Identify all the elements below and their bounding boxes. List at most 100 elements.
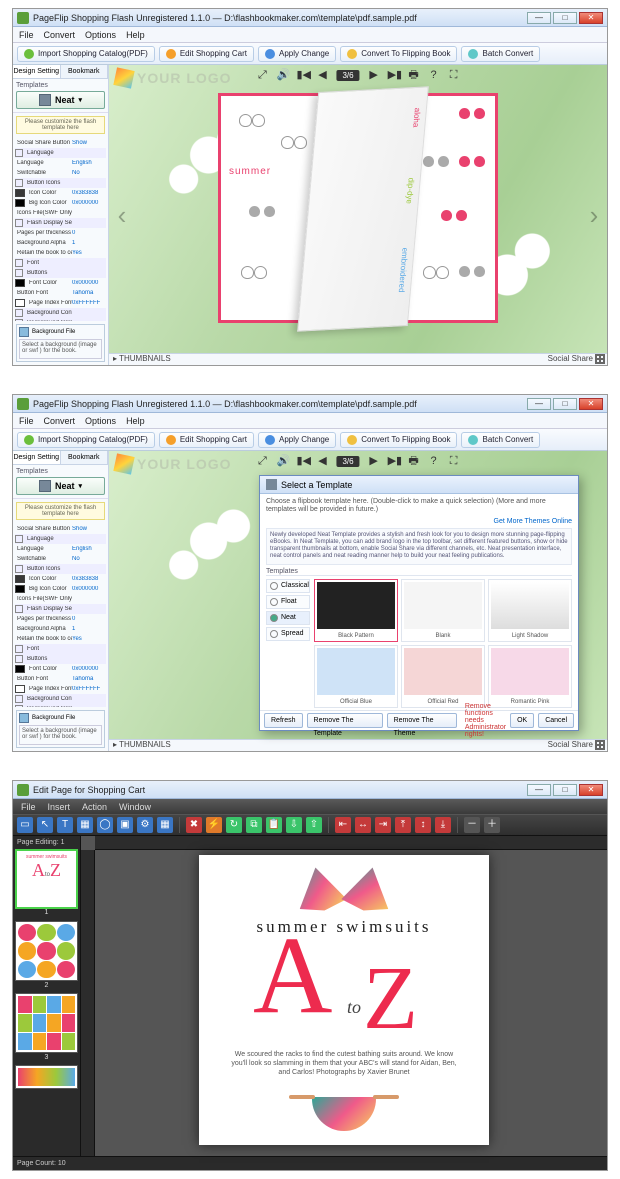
remove-theme-button[interactable]: Remove The Theme [387, 713, 457, 728]
menu-convert[interactable]: Convert [44, 30, 76, 40]
page-indicator[interactable]: 3/6 [336, 70, 359, 81]
property-row[interactable]: Social Share ButtonShow [15, 138, 106, 148]
template-official-blue[interactable]: Official Blue [314, 645, 398, 708]
prev-page-icon[interactable]: ◀ [316, 69, 328, 81]
book-spread[interactable]: summer a b d e [218, 93, 498, 323]
align-middle-icon[interactable]: ↕ [415, 817, 431, 833]
menu-action[interactable]: Action [82, 802, 107, 812]
menu-file[interactable]: File [21, 802, 36, 812]
property-row[interactable]: Retain the book to centerYes [15, 634, 106, 644]
property-row[interactable]: Button Icons [15, 178, 106, 188]
property-row[interactable]: Flash Display Settings [15, 604, 106, 614]
template-light-shadow[interactable]: Light Shadow [488, 579, 572, 642]
property-row[interactable]: Big Icon Color0x000000 [15, 198, 106, 208]
thumbnail-3[interactable]: 3 [15, 993, 78, 1053]
copy-icon[interactable]: ⧉ [246, 817, 262, 833]
align-center-icon[interactable]: ↔ [355, 817, 371, 833]
property-row[interactable]: Pages per thickness0 [15, 228, 106, 238]
property-row[interactable]: Flash Display Settings [15, 218, 106, 228]
property-row[interactable]: Social Share ButtonShow [15, 524, 106, 534]
refresh-icon[interactable]: ↻ [226, 817, 242, 833]
social-share-label[interactable]: Social Share [548, 354, 593, 363]
thumbnail-4[interactable] [15, 1065, 78, 1089]
property-row[interactable]: Font [15, 644, 106, 654]
property-row[interactable]: Button FontTahoma [15, 674, 106, 684]
close-button[interactable]: ✕ [579, 784, 603, 796]
image-tool-icon[interactable]: ▦ [77, 817, 93, 833]
property-row[interactable]: Button FontTahoma [15, 288, 106, 298]
property-grid[interactable]: Social Share ButtonShowLanguageLanguageE… [13, 137, 108, 321]
first-page-icon[interactable]: ▮◀ [296, 69, 308, 81]
template-blank[interactable]: Blank [401, 579, 485, 642]
property-row[interactable]: Page Index Font Color0xFFFFFF [15, 298, 106, 308]
property-row[interactable]: Icon Color0x383838 [15, 188, 106, 198]
property-row[interactable]: Buttons [15, 654, 106, 664]
property-row[interactable]: LanguageEnglish [15, 158, 106, 168]
maximize-button[interactable]: □ [553, 398, 577, 410]
property-row[interactable]: SwitchableNo [15, 168, 106, 178]
menu-help[interactable]: Help [126, 30, 145, 40]
property-row[interactable]: SwitchableNo [15, 554, 106, 564]
thumbnail-2[interactable]: 2 [15, 921, 78, 981]
help-icon[interactable]: ? [428, 69, 440, 81]
property-row[interactable]: Icons File(SWF Only) [15, 208, 106, 218]
align-top-icon[interactable]: ⤒ [395, 817, 411, 833]
background-file-select[interactable]: Select a background (image or swf ) for … [19, 339, 102, 359]
next-page-icon[interactable]: ▶ [368, 69, 380, 81]
import-button[interactable]: Import Shopping Catalog(PDF) [17, 46, 155, 62]
property-row[interactable]: Pages per thickness0 [15, 614, 106, 624]
bring-front-icon[interactable]: ⇧ [306, 817, 322, 833]
close-button[interactable]: ✕ [579, 12, 603, 24]
property-row[interactable]: Language [15, 534, 106, 544]
last-page-icon[interactable]: ▶▮ [388, 69, 400, 81]
thumbnail-1[interactable]: summer swimsuitsAtoZ 1 [15, 849, 78, 909]
property-row[interactable]: Icon Color0x383838 [15, 574, 106, 584]
property-row[interactable]: Retain the book to centerYes [15, 248, 106, 258]
zoom-in-icon[interactable]: ⤢ [256, 69, 268, 81]
dialog-titlebar[interactable]: Select a Template [260, 476, 578, 494]
type-float[interactable]: Float [266, 595, 310, 609]
property-row[interactable]: Buttons [15, 268, 106, 278]
property-row[interactable]: Icons File(SWF Only) [15, 594, 106, 604]
video-tool-icon[interactable]: ▣ [117, 817, 133, 833]
cancel-button[interactable]: Cancel [538, 713, 574, 728]
template-official-red[interactable]: Official Red [401, 645, 485, 708]
property-row[interactable]: Big Icon Color0x000000 [15, 584, 106, 594]
select-tool-icon[interactable]: ▭ [17, 817, 33, 833]
grid-tool-icon[interactable]: ▦ [157, 817, 173, 833]
menu-options[interactable]: Options [85, 30, 116, 40]
minimize-button[interactable]: — [527, 12, 551, 24]
menu-insert[interactable]: Insert [48, 802, 71, 812]
delete-icon[interactable]: ✖ [186, 817, 202, 833]
convert-button[interactable]: Convert To Flipping Book [340, 46, 457, 62]
fullscreen-icon[interactable]: ⛶ [448, 69, 460, 81]
swf-tool-icon[interactable]: ⚙ [137, 817, 153, 833]
get-more-themes-link[interactable]: Get More Themes Online [266, 518, 572, 525]
next-arrow[interactable]: › [585, 200, 603, 230]
page-content[interactable]: summer swimsuits A to Z We scoured the r… [199, 855, 489, 1145]
align-right-icon[interactable]: ⇥ [375, 817, 391, 833]
remove-template-button[interactable]: Remove The Template [307, 713, 383, 728]
template-selector[interactable]: Neat ▾ [16, 91, 105, 109]
maximize-button[interactable]: □ [553, 12, 577, 24]
ok-button[interactable]: OK [510, 713, 534, 728]
property-row[interactable]: Background Config [15, 694, 106, 704]
send-back-icon[interactable]: ⇩ [286, 817, 302, 833]
edit-cart-button[interactable]: Edit Shopping Cart [159, 46, 254, 62]
property-row[interactable]: Language [15, 148, 106, 158]
property-row[interactable]: Font [15, 258, 106, 268]
property-row[interactable]: Background Config [15, 308, 106, 318]
property-row[interactable]: Font Color0x000000 [15, 278, 106, 288]
refresh-button[interactable]: Refresh [264, 713, 303, 728]
paste-icon[interactable]: 📋 [266, 817, 282, 833]
type-spread[interactable]: Spread [266, 627, 310, 641]
grid-icon[interactable] [595, 354, 605, 364]
sound-icon[interactable]: 🔊 [276, 69, 288, 81]
zoom-out-icon[interactable]: － [464, 817, 480, 833]
print-icon[interactable]: 🖶 [408, 69, 420, 81]
text-tool-icon[interactable]: T [57, 817, 73, 833]
property-row[interactable]: Font Color0x000000 [15, 664, 106, 674]
close-button[interactable]: ✕ [579, 398, 603, 410]
tab-bookmark[interactable]: Bookmark [61, 65, 109, 78]
type-classical[interactable]: Classical [266, 579, 310, 593]
